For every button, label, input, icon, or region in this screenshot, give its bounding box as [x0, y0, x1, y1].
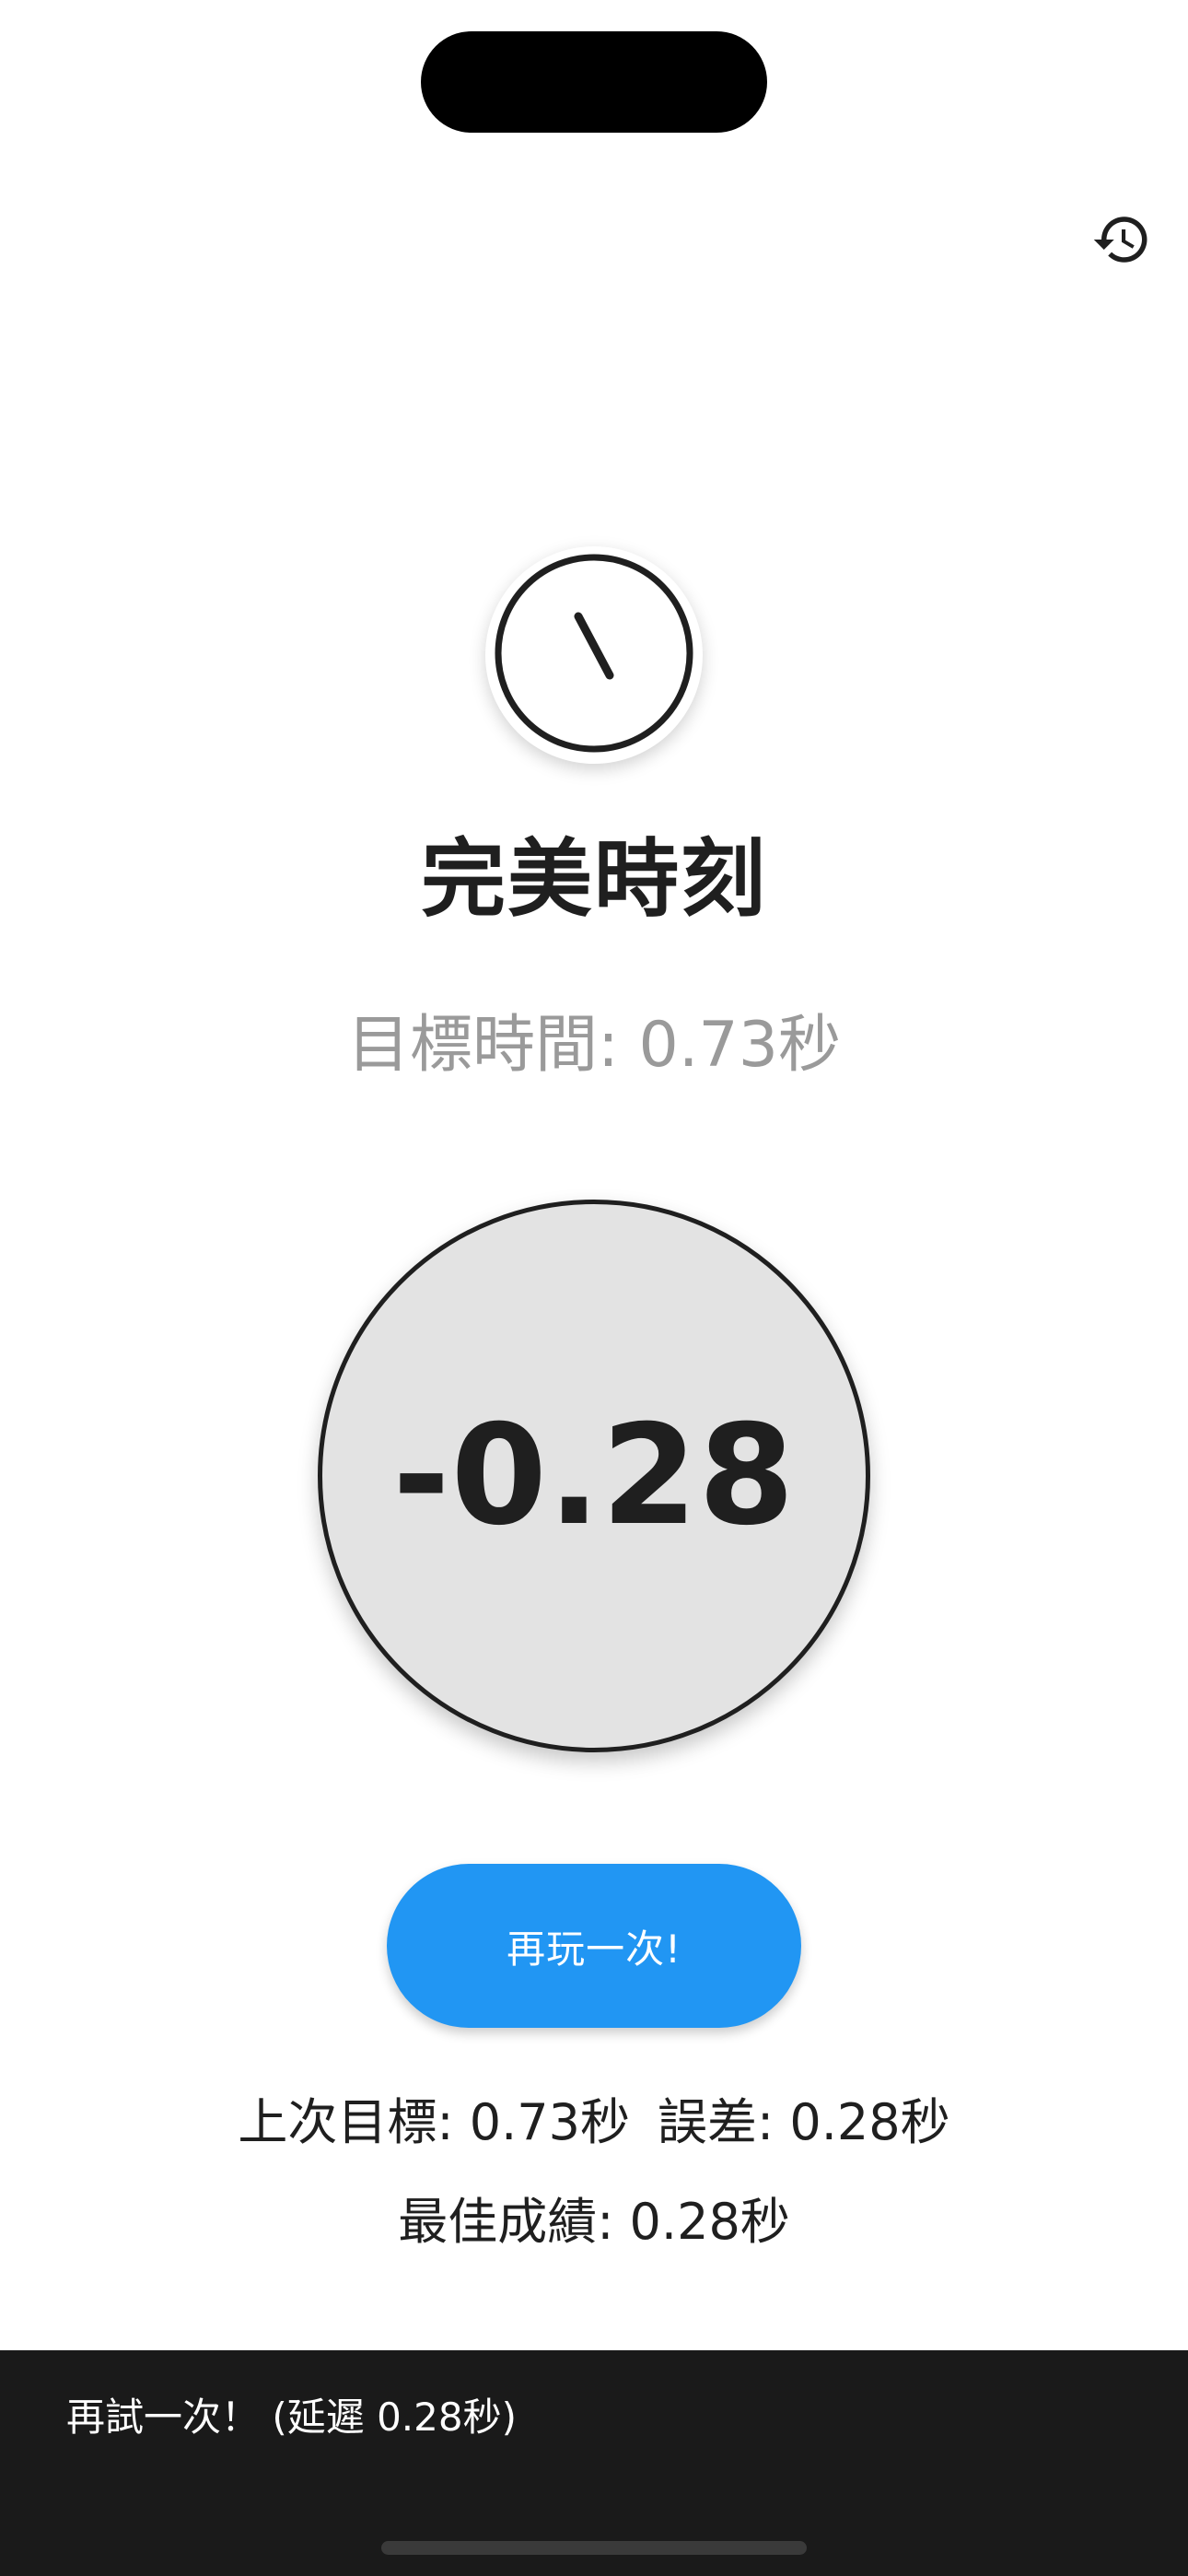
last-round-stats: 上次目標: 0.73秒 誤差: 0.28秒: [0, 2090, 1188, 2156]
tap-circle[interactable]: -0.28: [318, 1200, 870, 1752]
play-again-button[interactable]: 再玩一次!: [387, 1864, 801, 2028]
clock-icon: [485, 544, 703, 766]
last-target: 上次目標: 0.73秒: [238, 2093, 630, 2151]
app-logo: [485, 546, 703, 764]
best-score: 最佳成績: 0.28秒: [398, 2193, 790, 2251]
snackbar-message: 再試一次！ (延遲 0.28秒): [66, 2395, 517, 2440]
play-again-label: 再玩一次!: [507, 1926, 681, 1972]
target-time: 目標時間: 0.73秒: [347, 1009, 841, 1082]
result-value: -0.28: [392, 1396, 796, 1556]
history-icon: [1091, 209, 1152, 274]
error-value: 誤差: 0.28秒: [658, 2093, 950, 2151]
history-button[interactable]: [1085, 205, 1159, 278]
home-indicator[interactable]: [381, 2541, 807, 2555]
app-title: 完美時刻: [420, 830, 767, 929]
dynamic-island: [421, 31, 767, 133]
